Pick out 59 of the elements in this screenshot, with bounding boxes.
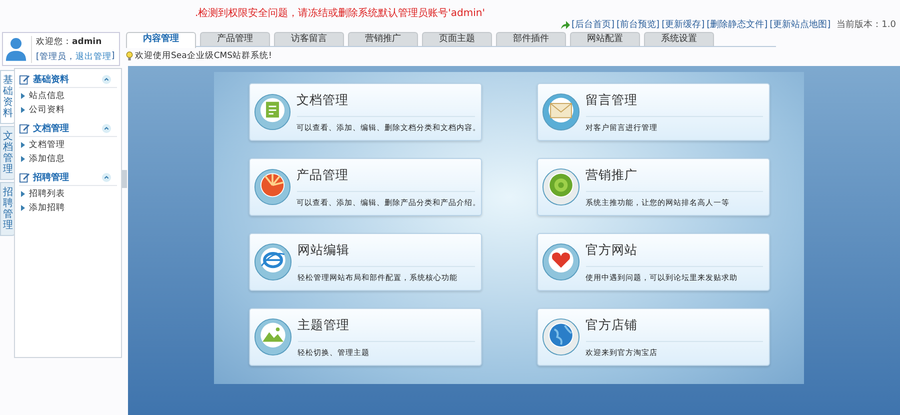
- top-link[interactable]: [后台首页]: [572, 18, 615, 31]
- user-avatar-icon: [5, 36, 27, 62]
- image-icon: [254, 318, 292, 356]
- document-icon: [254, 93, 290, 131]
- menu-item[interactable]: 站点信息: [29, 90, 65, 102]
- bullet-icon: [21, 205, 25, 211]
- welcome-text: 欢迎使用Sea企业级CMS站群系统!: [135, 50, 272, 62]
- tab[interactable]: 访客留言: [274, 32, 344, 46]
- top-link[interactable]: [前台预览]: [616, 18, 660, 31]
- top-link[interactable]: [删除静态文件]: [706, 18, 768, 31]
- tab[interactable]: 内容管理: [126, 32, 196, 48]
- section-title[interactable]: 招聘管理: [33, 171, 99, 184]
- card-title: 留言管理: [586, 92, 762, 116]
- tab[interactable]: 营销推广: [348, 32, 418, 46]
- card-title: 网站编辑: [298, 242, 474, 266]
- chevron-icon[interactable]: [102, 173, 111, 182]
- warning-notice: .检测到权限安全问题，请冻结或删除系统默认管理员账号'admin': [194, 6, 486, 20]
- bullet-icon: [21, 93, 25, 99]
- collapse-handle[interactable]: [122, 170, 127, 188]
- bullet-icon: [21, 191, 25, 197]
- card-title: 文档管理: [296, 92, 474, 116]
- section-title[interactable]: 文档管理: [33, 122, 99, 135]
- edit-icon: [19, 74, 30, 85]
- lightbulb-icon: [126, 50, 133, 62]
- version-text: 当前版本：1.0: [836, 18, 896, 31]
- chevron-icon[interactable]: [102, 75, 111, 84]
- tab[interactable]: 系统设置: [644, 32, 714, 46]
- bullet-icon: [21, 107, 25, 113]
- top-link[interactable]: [更新站点地图]: [770, 18, 831, 31]
- menu-item[interactable]: 添加信息: [29, 153, 65, 165]
- edit-icon: [19, 172, 30, 183]
- bullet-icon: [21, 142, 25, 148]
- bullet-icon: [21, 156, 25, 162]
- logout-link[interactable]: 退出管理: [75, 50, 112, 62]
- tab[interactable]: 网站配置: [570, 32, 640, 46]
- tab[interactable]: 部件插件: [496, 32, 566, 46]
- letter-e-icon: [254, 243, 292, 281]
- menu-item[interactable]: 添加招聘: [29, 202, 65, 214]
- bracket-text: ]: [111, 50, 115, 62]
- card-title: 官方店铺: [586, 316, 762, 342]
- tab[interactable]: 页面主题: [422, 32, 492, 46]
- card-title: 主题管理: [298, 316, 474, 342]
- globe-icon: [542, 318, 580, 356]
- role-text: [管理员，: [36, 50, 76, 62]
- section-title[interactable]: 基础资料: [33, 73, 99, 86]
- greeting-text: 欢迎您：admin: [36, 36, 103, 48]
- edit-icon: [19, 123, 30, 134]
- menu-item[interactable]: 公司资料: [29, 104, 65, 116]
- envelope-icon: [542, 93, 580, 131]
- card-title: 产品管理: [296, 166, 474, 192]
- chevron-icon[interactable]: [102, 124, 111, 133]
- menu-item[interactable]: 招聘列表: [29, 188, 65, 200]
- card-title: 营销推广: [586, 166, 762, 192]
- tab[interactable]: 产品管理: [200, 32, 270, 46]
- arrow-icon: [560, 20, 570, 30]
- top-link[interactable]: [更新缓存]: [662, 18, 705, 31]
- sunburst-icon: [254, 168, 290, 206]
- menu-item[interactable]: 文档管理: [29, 139, 65, 151]
- card-title: 官方网站: [586, 242, 762, 266]
